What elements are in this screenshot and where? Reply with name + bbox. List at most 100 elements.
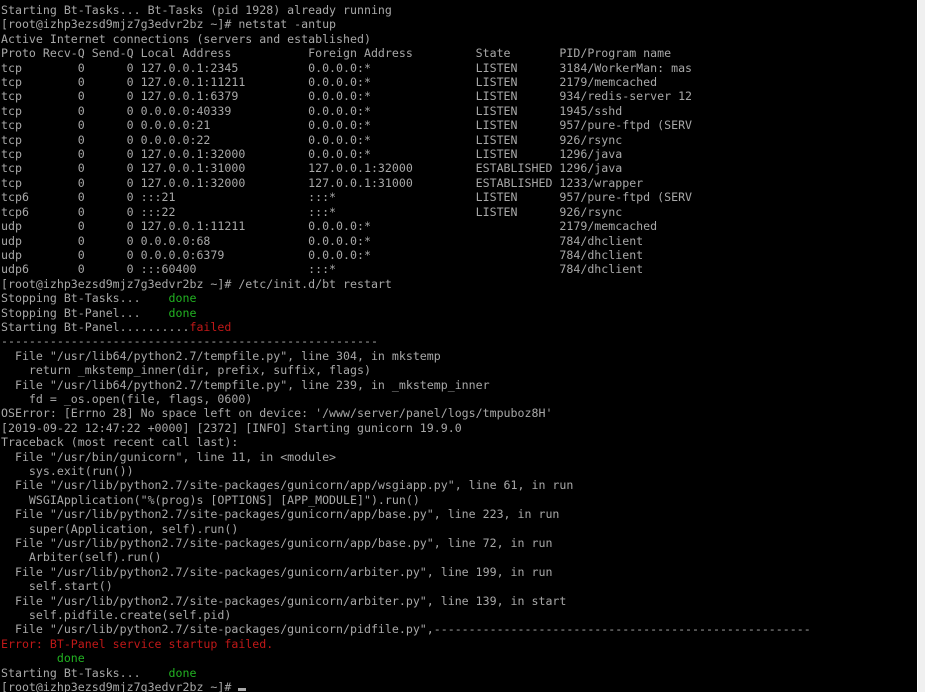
terminal-text-segment: [root@izhp3ezsd9mjz7g3edvr2bz ~]# /etc/i… xyxy=(1,276,392,291)
terminal-text-segment: tcp6 0 0 :::22 :::* LISTEN 926/rsync xyxy=(1,204,623,219)
terminal-line: done xyxy=(1,651,811,665)
terminal-line: Arbiter(self).run() xyxy=(1,550,811,564)
terminal-text-segment: Traceback (most recent call last): xyxy=(1,435,239,450)
terminal-line: tcp 0 0 0.0.0.0:21 0.0.0.0:* LISTEN 957/… xyxy=(1,118,811,132)
terminal-line: tcp 0 0 127.0.0.1:2345 0.0.0.0:* LISTEN … xyxy=(1,61,811,75)
terminal-text-segment: File "/usr/lib/python2.7/site-packages/g… xyxy=(1,478,574,493)
terminal-text-segment: File "/usr/lib/python2.7/site-packages/g… xyxy=(1,507,560,522)
terminal-line: return _mkstemp_inner(dir, prefix, suffi… xyxy=(1,363,811,377)
terminal-line: self.pidfile.create(self.pid) xyxy=(1,608,811,622)
terminal-line: Starting Bt-Tasks... Bt-Tasks (pid 1928)… xyxy=(1,3,811,17)
terminal-text-segment: [root@izhp3ezsd9mjz7g3edvr2bz ~]# xyxy=(1,680,239,692)
terminal-line: Proto Recv-Q Send-Q Local Address Foreig… xyxy=(1,46,811,60)
terminal-text-segment: File "/usr/lib64/python2.7/tempfile.py",… xyxy=(1,377,490,392)
terminal-text-segment: done xyxy=(168,305,197,320)
terminal-text-segment: tcp 0 0 0.0.0.0:40339 0.0.0.0:* LISTEN 1… xyxy=(1,103,623,118)
terminal-text-segment: File "/usr/lib/python2.7/site-packages/g… xyxy=(1,622,811,637)
terminal-text-segment: udp6 0 0 :::60400 :::* 784/dhclient xyxy=(1,262,644,277)
terminal-line: ----------------------------------------… xyxy=(1,334,811,348)
terminal-text-segment: done xyxy=(1,651,85,666)
terminal-text-segment: Arbiter(self).run() xyxy=(1,550,162,565)
terminal-text-segment: done xyxy=(168,665,197,680)
terminal-text-segment: tcp 0 0 127.0.0.1:32000 0.0.0.0:* LISTEN… xyxy=(1,147,623,162)
terminal-line: fd = _os.open(file, flags, 0600) xyxy=(1,392,811,406)
terminal-text-segment: sys.exit(run()) xyxy=(1,464,134,478)
terminal-text-segment: ----------------------------------------… xyxy=(1,334,378,349)
terminal-line: tcp 0 0 127.0.0.1:32000 0.0.0.0:* LISTEN… xyxy=(1,147,811,161)
terminal-line: Starting Bt-Tasks... done xyxy=(1,666,811,680)
terminal-text-segment: WSGIApplication("%(prog)s [OPTIONS] [APP… xyxy=(1,492,420,507)
terminal-line: WSGIApplication("%(prog)s [OPTIONS] [APP… xyxy=(1,493,811,507)
terminal-text-segment: tcp6 0 0 :::21 :::* LISTEN 957/pure-ftpd… xyxy=(1,190,693,205)
terminal-cursor xyxy=(238,688,247,692)
terminal-line: super(Application, self).run() xyxy=(1,522,811,536)
terminal-text-segment: tcp 0 0 127.0.0.1:32000 127.0.0.1:31000 … xyxy=(1,175,644,190)
terminal-line: udp 0 0 0.0.0.0:68 0.0.0.0:* 784/dhclien… xyxy=(1,234,811,248)
vertical-scrollbar[interactable] xyxy=(917,0,926,692)
terminal-line: tcp 0 0 127.0.0.1:6379 0.0.0.0:* LISTEN … xyxy=(1,89,811,103)
terminal-line: Stopping Bt-Tasks... done xyxy=(1,291,811,305)
terminal-text-segment: fd = _os.open(file, flags, 0600) xyxy=(1,391,253,406)
terminal-line: [root@izhp3ezsd9mjz7g3edvr2bz ~]# xyxy=(1,680,811,692)
terminal-line: [2019-09-22 12:47:22 +0000] [2372] [INFO… xyxy=(1,421,811,435)
terminal-line: Error: BT-Panel service startup failed. xyxy=(1,637,811,651)
terminal-line: tcp6 0 0 :::22 :::* LISTEN 926/rsync xyxy=(1,205,811,219)
terminal-line: Active Internet connections (servers and… xyxy=(1,32,811,46)
terminal-text-segment: udp 0 0 0.0.0.0:68 0.0.0.0:* 784/dhclien… xyxy=(1,233,644,248)
terminal-text-segment: OSError: [Errno 28] No space left on dev… xyxy=(1,406,553,421)
terminal-text-segment: udp 0 0 0.0.0.0:6379 0.0.0.0:* 784/dhcli… xyxy=(1,247,644,262)
terminal-window[interactable]: Starting Bt-Tasks... Bt-Tasks (pid 1928)… xyxy=(0,0,917,692)
terminal-text-segment: Starting Bt-Tasks... xyxy=(1,665,169,680)
terminal-output: Starting Bt-Tasks... Bt-Tasks (pid 1928)… xyxy=(1,3,811,692)
terminal-text-segment: Starting Bt-Panel.......... xyxy=(1,319,190,334)
terminal-line: udp 0 0 127.0.0.1:11211 0.0.0.0:* 2179/m… xyxy=(1,219,811,233)
terminal-line: File "/usr/lib64/python2.7/tempfile.py",… xyxy=(1,349,811,363)
terminal-text-segment: File "/usr/bin/gunicorn", line 11, in <m… xyxy=(1,449,337,464)
terminal-text-segment: Stopping Bt-Panel... xyxy=(1,305,169,320)
terminal-text-segment: self.start() xyxy=(1,579,113,594)
terminal-line: File "/usr/lib/python2.7/site-packages/g… xyxy=(1,565,811,579)
terminal-line: udp 0 0 0.0.0.0:6379 0.0.0.0:* 784/dhcli… xyxy=(1,248,811,262)
terminal-line: Traceback (most recent call last): xyxy=(1,435,811,449)
terminal-text-segment: failed xyxy=(189,319,232,334)
terminal-line: tcp6 0 0 :::21 :::* LISTEN 957/pure-ftpd… xyxy=(1,190,811,204)
terminal-text-segment: self.pidfile.create(self.pid) xyxy=(1,608,232,623)
terminal-text-segment: tcp 0 0 127.0.0.1:31000 127.0.0.1:32000 … xyxy=(1,161,623,176)
terminal-line: tcp 0 0 127.0.0.1:11211 0.0.0.0:* LISTEN… xyxy=(1,75,811,89)
terminal-text-segment: done xyxy=(168,291,197,306)
terminal-line: tcp 0 0 127.0.0.1:31000 127.0.0.1:32000 … xyxy=(1,161,811,175)
terminal-text-segment: tcp 0 0 127.0.0.1:2345 0.0.0.0:* LISTEN … xyxy=(1,60,693,75)
terminal-text-segment: Starting Bt-Tasks... Bt-Tasks (pid 1928)… xyxy=(1,3,392,17)
terminal-line: OSError: [Errno 28] No space left on dev… xyxy=(1,406,811,420)
terminal-line: tcp 0 0 127.0.0.1:32000 127.0.0.1:31000 … xyxy=(1,176,811,190)
terminal-text-segment: udp 0 0 127.0.0.1:11211 0.0.0.0:* 2179/m… xyxy=(1,219,658,234)
terminal-text-segment: File "/usr/lib64/python2.7/tempfile.py",… xyxy=(1,348,441,363)
terminal-line: Stopping Bt-Panel... done xyxy=(1,306,811,320)
terminal-line: Starting Bt-Panel..........failed xyxy=(1,320,811,334)
terminal-line: self.start() xyxy=(1,579,811,593)
terminal-line: [root@izhp3ezsd9mjz7g3edvr2bz ~]# /etc/i… xyxy=(1,277,811,291)
terminal-line: tcp 0 0 0.0.0.0:40339 0.0.0.0:* LISTEN 1… xyxy=(1,104,811,118)
terminal-text-segment: super(Application, self).run() xyxy=(1,521,239,536)
terminal-text-segment: File "/usr/lib/python2.7/site-packages/g… xyxy=(1,536,553,551)
terminal-line: File "/usr/lib/python2.7/site-packages/g… xyxy=(1,594,811,608)
terminal-text-segment: tcp 0 0 127.0.0.1:6379 0.0.0.0:* LISTEN … xyxy=(1,89,693,104)
terminal-line: File "/usr/lib/python2.7/site-packages/g… xyxy=(1,478,811,492)
terminal-text-segment: [2019-09-22 12:47:22 +0000] [2372] [INFO… xyxy=(1,420,462,435)
terminal-line: sys.exit(run()) xyxy=(1,464,811,478)
terminal-line: [root@izhp3ezsd9mjz7g3edvr2bz ~]# netsta… xyxy=(1,17,811,31)
terminal-line: udp6 0 0 :::60400 :::* 784/dhclient xyxy=(1,262,811,276)
terminal-text-segment: [root@izhp3ezsd9mjz7g3edvr2bz ~]# netsta… xyxy=(1,17,337,32)
terminal-line: File "/usr/lib/python2.7/site-packages/g… xyxy=(1,507,811,521)
terminal-text-segment: File "/usr/lib/python2.7/site-packages/g… xyxy=(1,593,567,608)
scrollbar-thumb[interactable] xyxy=(918,0,925,692)
terminal-line: tcp 0 0 0.0.0.0:22 0.0.0.0:* LISTEN 926/… xyxy=(1,133,811,147)
terminal-line: File "/usr/bin/gunicorn", line 11, in <m… xyxy=(1,450,811,464)
terminal-text-segment: Stopping Bt-Tasks... xyxy=(1,291,169,306)
terminal-text-segment: Proto Recv-Q Send-Q Local Address Foreig… xyxy=(1,46,672,61)
terminal-text-segment: tcp 0 0 127.0.0.1:11211 0.0.0.0:* LISTEN… xyxy=(1,75,658,90)
terminal-line: File "/usr/lib/python2.7/site-packages/g… xyxy=(1,536,811,550)
terminal-text-segment: Error: BT-Panel service startup failed. xyxy=(1,636,274,651)
terminal-text-segment: tcp 0 0 0.0.0.0:21 0.0.0.0:* LISTEN 957/… xyxy=(1,118,693,133)
terminal-text-segment: File "/usr/lib/python2.7/site-packages/g… xyxy=(1,564,553,579)
